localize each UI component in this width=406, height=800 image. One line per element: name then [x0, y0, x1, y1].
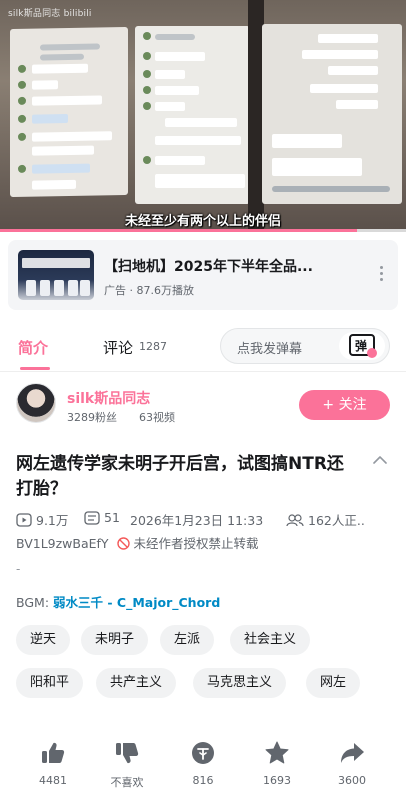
danmaku-count: 51 — [104, 510, 120, 525]
ad-card[interactable]: 【扫地机】2025年下半年全品... 广告 · 87.6万播放 — [8, 240, 398, 310]
chevron-up-icon[interactable] — [372, 452, 388, 468]
tab-bar: 简介 评论 1287 点我发弹幕 弹 — [0, 322, 406, 372]
tag-item[interactable]: 逆天 — [16, 625, 71, 655]
video-subtitle: 未经至少有两个以上的伴侣 — [124, 214, 281, 229]
like-button[interactable]: 4481 — [23, 740, 83, 787]
bgm-song-link[interactable]: 弱水三千 - C_Major_Chord — [53, 595, 220, 610]
comment-count: 1287 — [139, 340, 167, 353]
video-content-chat-screenshot — [10, 26, 128, 198]
active-tab-indicator — [20, 367, 50, 370]
video-stats: 9.1万 51 2026年1月23日 11:33 162人正.. — [16, 510, 396, 528]
tag-item[interactable]: 未明子 — [81, 625, 149, 655]
no-repost-icon — [116, 537, 130, 550]
ad-thumbnail — [18, 250, 94, 300]
watching-users-icon — [286, 513, 304, 526]
tag-item[interactable]: 共产主义 — [96, 668, 177, 698]
channel-watermark: silk斯品同志 bilibili — [8, 9, 92, 19]
video-title: 网左遗传学家未明子开后宫，试图搞NTR还打胎？ — [16, 454, 344, 499]
share-button[interactable]: 3600 — [322, 740, 382, 787]
uploader-name[interactable]: silk斯品同志 — [67, 388, 150, 408]
coin-icon — [192, 742, 214, 764]
watching-count: 162人正.. — [308, 513, 365, 528]
dislike-button[interactable]: 不喜欢 — [97, 740, 157, 790]
bgm-label: BGM: — [16, 595, 50, 610]
bvid: BV1L9zwBaEfY — [16, 536, 109, 551]
view-count: 9.1万 — [36, 513, 69, 528]
thumbs-down-icon — [116, 743, 139, 764]
danmaku-settings-button[interactable]: 弹 — [339, 332, 385, 360]
tag-item[interactable]: 阳和平 — [16, 668, 84, 698]
ad-title: 【扫地机】2025年下半年全品... — [104, 259, 313, 275]
ad-meta: 广告 · 87.6万播放 — [104, 284, 194, 297]
avatar[interactable] — [16, 383, 56, 423]
tab-comments[interactable]: 评论 — [103, 337, 133, 358]
star-icon — [265, 741, 289, 764]
uploader-fans: 3289粉丝 — [67, 411, 117, 424]
share-icon — [341, 743, 364, 763]
follow-button[interactable]: + 关注 — [299, 390, 390, 420]
video-progress-fill — [0, 229, 358, 232]
copyright-notice: 未经作者授权禁止转载 — [133, 536, 259, 551]
dislike-label: 不喜欢 — [110, 776, 144, 789]
bvid-row: BV1L9zwBaEfY 未经作者授权禁止转载 — [16, 533, 259, 552]
tag-item[interactable]: 马克思主义 — [193, 668, 287, 698]
video-progress-bar[interactable] — [0, 229, 406, 232]
favorite-count: 1693 — [263, 774, 291, 787]
video-player[interactable]: silk斯品同志 bilibili 未经至少有两个以上的伴侣 — [0, 0, 406, 232]
video-content-chat-screenshot — [262, 24, 402, 204]
share-count: 3600 — [338, 774, 366, 787]
tag-item[interactable]: 左派 — [160, 625, 215, 655]
more-options-icon[interactable] — [378, 266, 384, 286]
coin-button[interactable]: 816 — [173, 740, 233, 787]
danmaku-icon-text: 弹 — [355, 339, 368, 353]
publish-time: 2026年1月23日 11:33 — [130, 513, 264, 528]
tag-item[interactable]: 社会主义 — [230, 625, 311, 655]
tag-item[interactable]: 网左 — [306, 668, 361, 698]
video-content-chat-screenshot — [135, 26, 250, 204]
play-count-icon — [16, 512, 32, 527]
video-description: - — [16, 562, 21, 576]
thumbs-up-icon — [42, 742, 65, 763]
tab-intro[interactable]: 简介 — [18, 337, 48, 358]
danmaku-icon: 弹 — [349, 334, 377, 358]
favorite-button[interactable]: 1693 — [247, 740, 307, 787]
uploader-videos: 63视频 — [139, 411, 175, 424]
coin-count: 816 — [192, 774, 214, 787]
bgm-row: BGM: 弱水三千 - C_Major_Chord — [16, 592, 220, 611]
danmaku-input[interactable]: 点我发弹幕 弹 — [220, 328, 390, 364]
like-count: 4481 — [39, 774, 67, 787]
danmaku-placeholder: 点我发弹幕 — [237, 342, 303, 357]
danmaku-count-icon — [84, 510, 100, 525]
